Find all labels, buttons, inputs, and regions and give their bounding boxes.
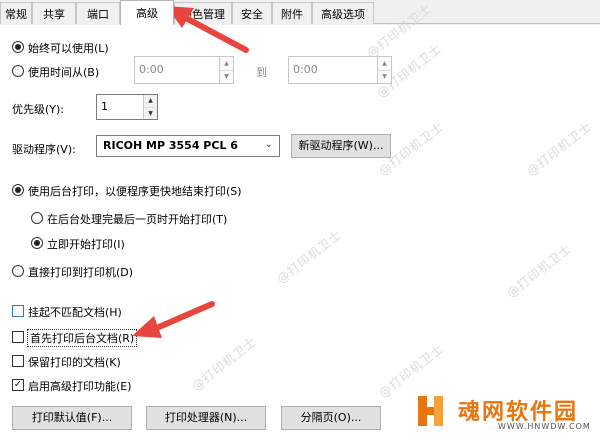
tab-color-management[interactable]: 颜色管理 xyxy=(174,2,232,24)
watermark: @打印机卫士 xyxy=(274,227,345,287)
spin-up-icon[interactable]: ▲ xyxy=(378,57,391,71)
spin-up-icon[interactable]: ▲ xyxy=(220,57,233,71)
tab-advanced[interactable]: 高级 xyxy=(120,0,174,25)
after-last-page-label: 在后台处理完最后一页时开始打印(T) xyxy=(47,213,228,226)
watermark: @打印机卫士 xyxy=(524,119,595,179)
after-last-page-radio[interactable] xyxy=(31,212,43,224)
watermark: @打印机卫士 xyxy=(189,334,260,394)
print-processor-button[interactable]: 打印处理器(N)... xyxy=(146,406,266,430)
site-logo: 魂网软件园 WWW.HNWDW.COM xyxy=(418,392,594,436)
advanced-features-checkbox[interactable]: ✓ xyxy=(12,379,24,391)
to-label: 到 xyxy=(256,66,267,79)
priority-spinner[interactable]: ▲ ▼ xyxy=(143,95,157,119)
tab-attachments[interactable]: 附件 xyxy=(272,2,312,24)
spool-label: 使用后台打印，以便程序更快地结束打印(S) xyxy=(28,185,242,198)
print-defaults-button[interactable]: 打印默认值(F)... xyxy=(12,406,132,430)
separator-page-button[interactable]: 分隔页(O)... xyxy=(281,406,381,430)
tab-security[interactable]: 安全 xyxy=(232,2,272,24)
tab-general[interactable]: 常规 xyxy=(0,2,32,24)
logo-url: WWW.HNWDW.COM xyxy=(498,422,591,431)
tab-advanced-options[interactable]: 高级选项 xyxy=(312,2,374,24)
advanced-features-label: 启用高级打印功能(E) xyxy=(28,380,132,393)
spin-up-icon[interactable]: ▲ xyxy=(144,95,157,108)
from-time-spinner[interactable]: ▲ ▼ xyxy=(219,57,233,83)
always-available-radio[interactable] xyxy=(12,41,24,53)
hold-mismatched-checkbox[interactable] xyxy=(12,305,24,317)
to-time-spinner[interactable]: ▲ ▼ xyxy=(377,57,391,83)
keep-printed-label: 保留打印的文档(K) xyxy=(28,356,121,369)
priority-label: 优先级(Y): xyxy=(12,103,65,116)
print-immediately-radio[interactable] xyxy=(31,237,43,249)
spool-radio[interactable] xyxy=(12,184,24,196)
spin-down-icon[interactable]: ▼ xyxy=(378,70,391,83)
print-direct-radio[interactable] xyxy=(12,265,24,277)
spin-down-icon[interactable]: ▼ xyxy=(220,70,233,83)
tab-ports[interactable]: 端口 xyxy=(76,2,120,24)
always-available-label: 始终可以使用(L) xyxy=(28,42,109,55)
logo-mark-icon xyxy=(418,396,443,426)
spooled-first-checkbox[interactable] xyxy=(12,331,24,343)
keep-printed-checkbox[interactable] xyxy=(12,355,24,367)
driver-selected-value: RICOH MP 3554 PCL 6 xyxy=(103,139,238,152)
driver-label: 驱动程序(V): xyxy=(12,143,76,156)
driver-select[interactable]: RICOH MP 3554 PCL 6 ⌄ xyxy=(96,135,280,157)
available-from-radio[interactable] xyxy=(12,65,24,77)
new-driver-button[interactable]: 新驱动程序(W)... xyxy=(291,134,391,158)
annotation-arrow-checkbox xyxy=(132,301,215,338)
hold-mismatched-label: 挂起不匹配文档(H) xyxy=(28,306,122,319)
spin-down-icon[interactable]: ▼ xyxy=(144,107,157,119)
tab-sharing[interactable]: 共享 xyxy=(32,2,76,24)
print-immediately-label: 立即开始打印(I) xyxy=(47,238,125,251)
print-direct-label: 直接打印到打印机(D) xyxy=(28,266,134,279)
available-from-label: 使用时间从(B) xyxy=(28,66,100,79)
watermark: @打印机卫士 xyxy=(504,241,575,301)
spooled-first-label: 首先打印后台文档(R) xyxy=(27,329,138,347)
chevron-down-icon: ⌄ xyxy=(264,139,273,150)
